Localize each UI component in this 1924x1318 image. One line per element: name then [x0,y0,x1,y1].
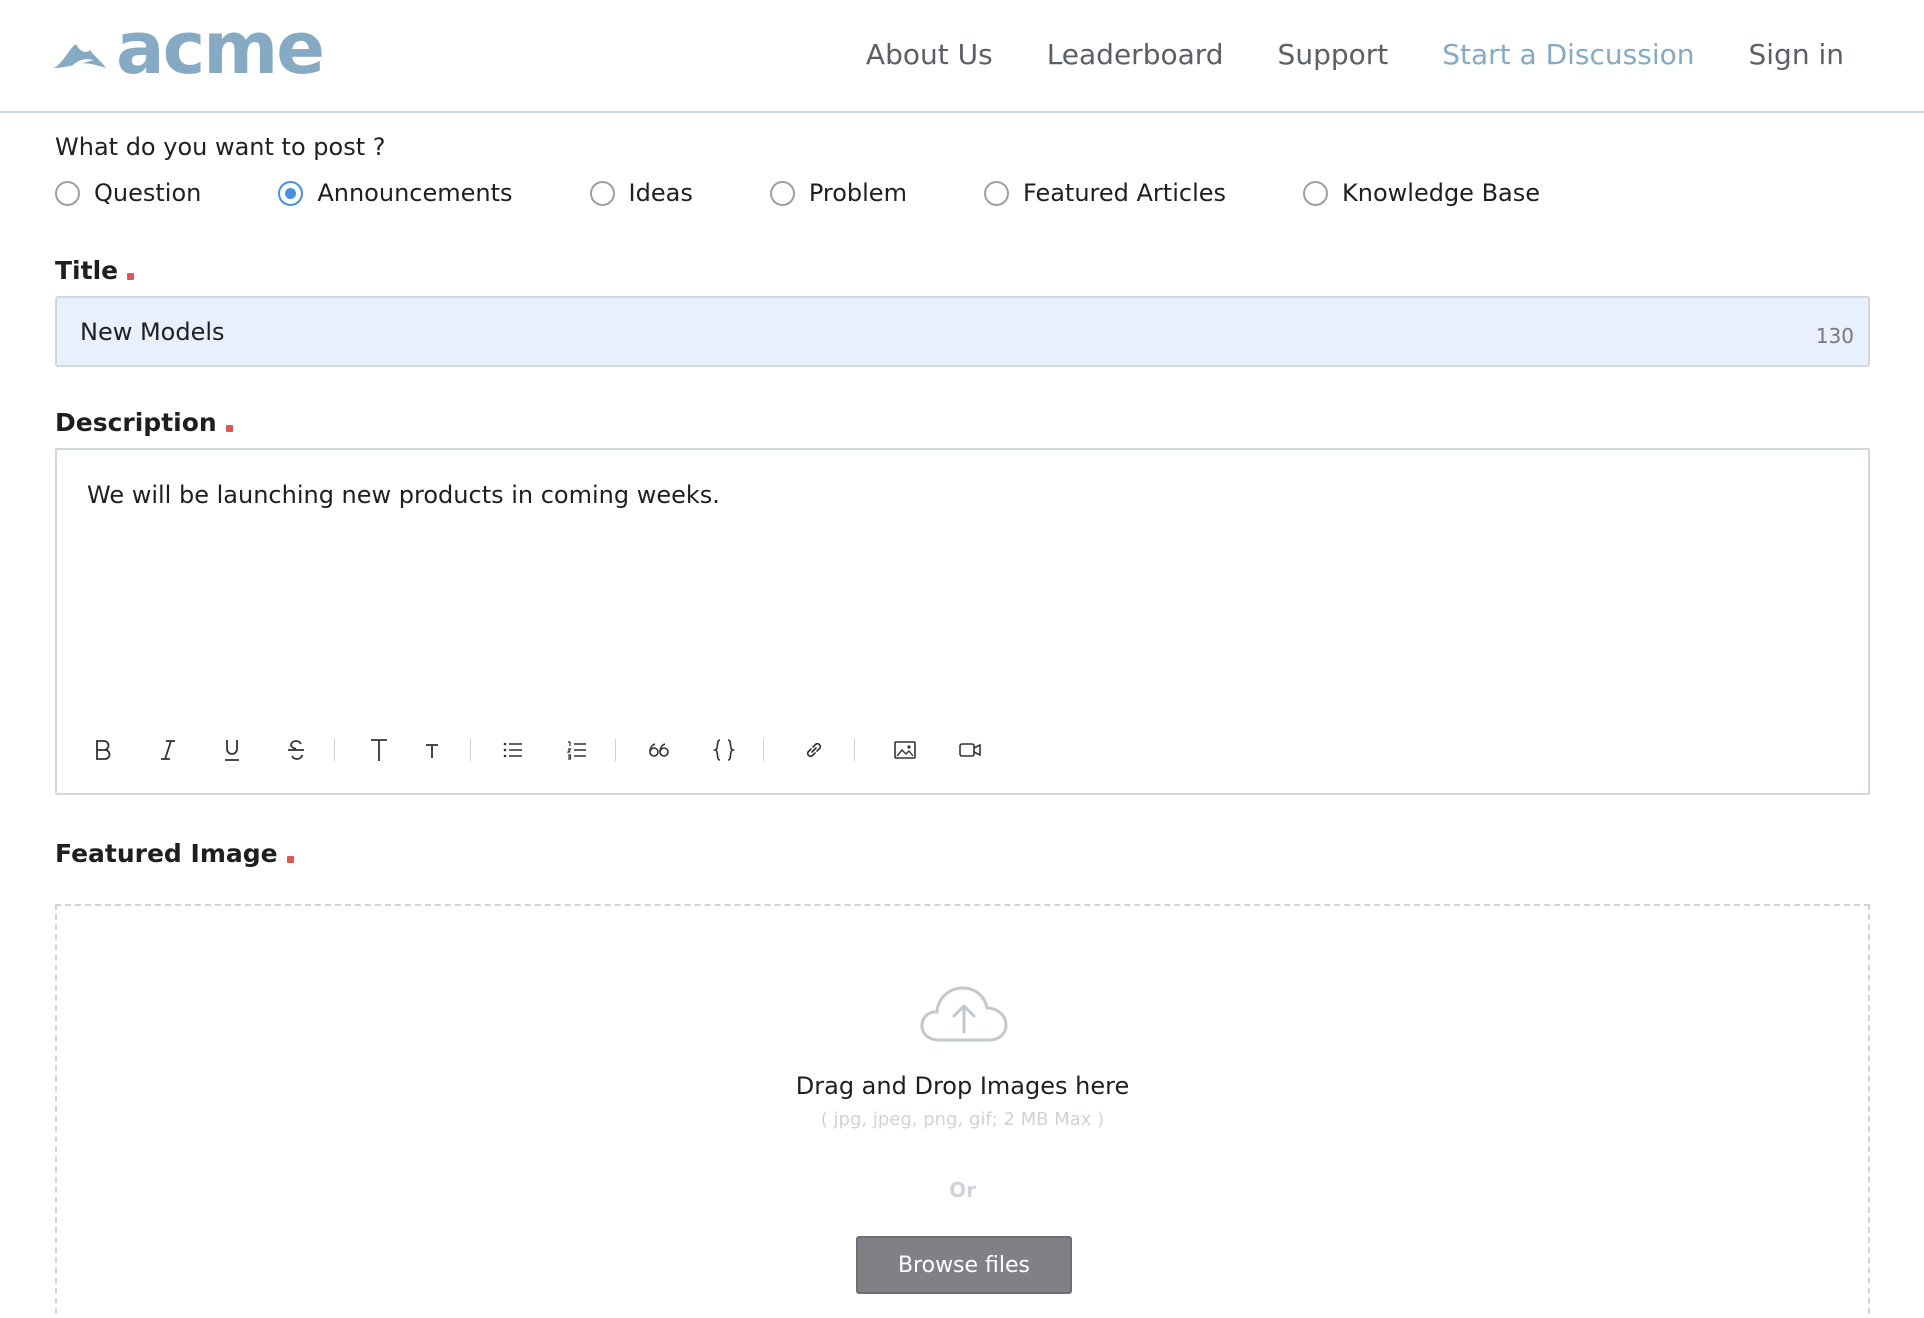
radio-button[interactable] [55,180,80,206]
radio-label: Problem [808,179,907,207]
toolbar-divider [334,739,335,761]
nav-leaderboard[interactable]: Leaderboard [1047,38,1224,71]
required-marker [225,425,233,432]
toolbar-divider [470,739,471,761]
code-icon[interactable] [708,734,740,766]
radio-label: Question [94,179,202,207]
editor-toolbar [87,732,986,768]
description-label-text: Description [55,408,217,437]
link-icon[interactable] [798,734,830,766]
description-editor[interactable]: We will be launching new products in com… [55,448,1870,795]
underline-icon[interactable] [216,734,248,766]
required-marker [127,273,135,280]
title-label-text: Title [55,256,119,285]
radio-problem[interactable]: Problem [769,179,907,207]
title-label: Title [55,256,135,285]
required-marker [286,856,294,863]
radio-announcements[interactable]: Announcements [278,179,513,207]
radio-button[interactable] [278,180,304,206]
nav-sign-in[interactable]: Sign in [1749,38,1845,71]
bold-icon[interactable] [87,734,119,766]
quote-icon[interactable] [643,734,675,766]
title-value: New Models [80,318,225,346]
toolbar-divider [854,739,855,761]
radio-knowledge-base[interactable]: Knowledge Base [1303,179,1540,207]
radio-label: Ideas [628,179,693,207]
dropzone-hint: ( jpg, jpeg, png, gif; 2 MB Max ) [820,1109,1105,1130]
heading-large-icon[interactable] [363,734,395,766]
featured-image-label-text: Featured Image [55,839,278,868]
nav-about-us[interactable]: About Us [866,38,993,71]
numbered-list-icon[interactable] [561,734,593,766]
post-type-radio-group: Question Announcements Ideas Problem Fea… [55,179,1540,207]
description-value: We will be launching new products in com… [87,481,720,509]
nav-start-discussion[interactable]: Start a Discussion [1442,38,1694,71]
main-nav: About Us Leaderboard Support Start a Dis… [812,38,1844,71]
brand-name: acme [116,6,325,90]
bullet-list-icon[interactable] [497,734,529,766]
italic-icon[interactable] [152,734,184,766]
radio-label: Knowledge Base [1342,179,1541,207]
title-input[interactable]: New Models 130 [55,296,1870,367]
nav-support[interactable]: Support [1278,38,1389,71]
video-icon[interactable] [954,734,986,766]
radio-ideas[interactable]: Ideas [589,179,693,207]
dropzone-or: Or [949,1178,976,1202]
browse-files-button[interactable]: Browse files [856,1236,1072,1294]
post-type-question: What do you want to post ? [55,133,386,161]
heading-small-icon[interactable] [416,734,448,766]
toolbar-divider [763,739,764,761]
header: acme About Us Leaderboard Support Start … [0,0,1924,113]
logo[interactable]: acme [54,12,325,84]
strikethrough-icon[interactable] [280,734,312,766]
image-icon[interactable] [889,734,921,766]
radio-label: Announcements [317,179,513,207]
radio-button[interactable] [983,180,1009,206]
description-label: Description [55,408,233,437]
radio-button[interactable] [589,180,615,206]
cloud-upload-icon [920,986,1008,1042]
radio-featured-articles[interactable]: Featured Articles [983,179,1227,207]
radio-label: Featured Articles [1022,179,1227,207]
radio-button[interactable] [1303,180,1329,206]
featured-image-label: Featured Image [55,839,294,868]
dropzone-title: Drag and Drop Images here [795,1072,1130,1100]
mountain-logo-icon [54,44,106,68]
title-char-count: 130 [1815,324,1854,348]
toolbar-divider [615,739,616,761]
radio-question[interactable]: Question [55,179,201,207]
image-dropzone[interactable]: Drag and Drop Images here ( jpg, jpeg, p… [55,904,1870,1318]
radio-button[interactable] [769,180,795,206]
